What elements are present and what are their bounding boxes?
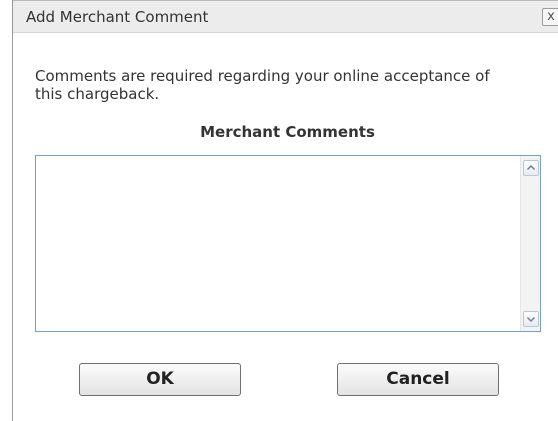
close-icon[interactable]: x [542,8,558,26]
comments-scrollbar[interactable] [520,156,540,331]
merchant-comments-input[interactable] [36,156,520,331]
ok-button[interactable]: OK [79,363,241,396]
dialog-title: Add Merchant Comment [26,8,209,26]
merchant-comments-box [35,155,541,332]
comment-requirement-text: Comments are required regarding your onl… [35,67,490,103]
scroll-up-arrow-icon[interactable] [523,160,539,176]
scroll-down-arrow-icon[interactable] [523,311,539,327]
dialog-titlebar[interactable]: Add Merchant Comment x [13,0,558,33]
cancel-button[interactable]: Cancel [337,363,499,396]
merchant-comments-heading: Merchant Comments [200,123,375,141]
add-merchant-comment-dialog: Add Merchant Comment x Comments are requ… [12,0,558,421]
